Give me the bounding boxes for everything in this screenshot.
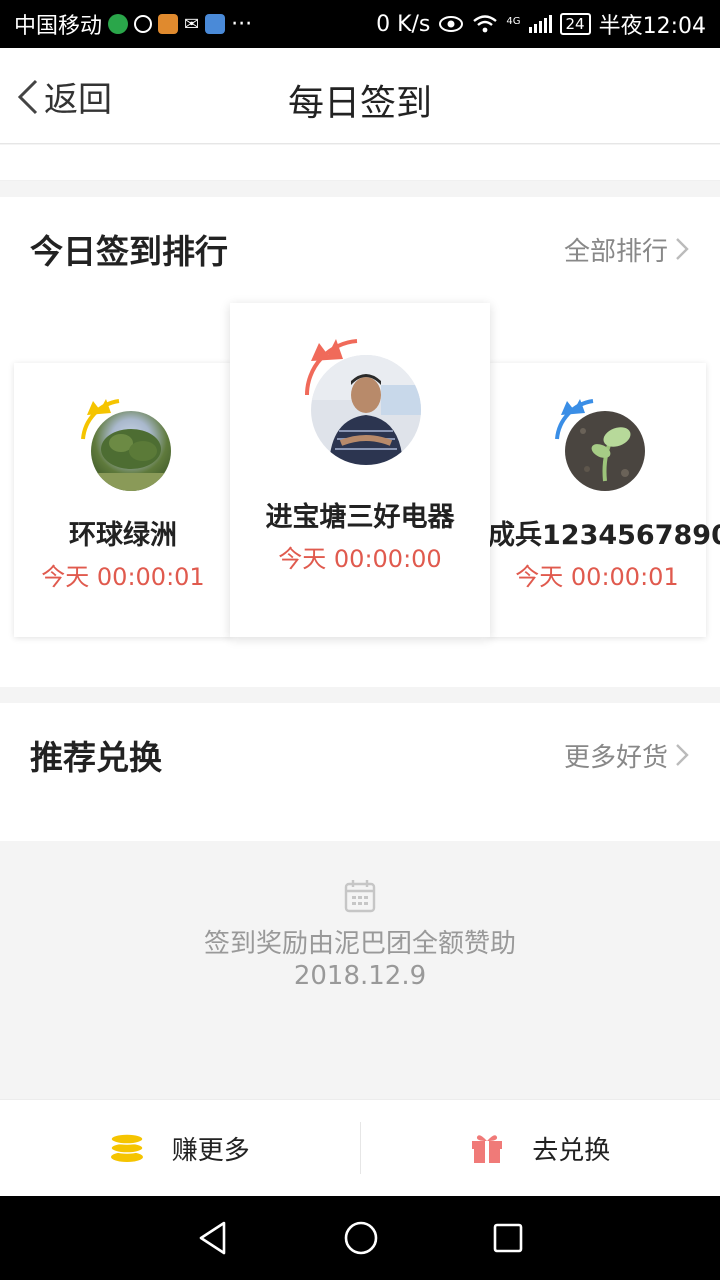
- status-bar: 中国移动 ✉ ··· 0 K/s 4G 24 半夜12:04: [0, 0, 720, 48]
- more-goods-label: 更多好货: [563, 742, 668, 773]
- sponsor-date: 2018.12.9: [293, 961, 427, 991]
- ranking-section: 今日签到排行 全部排行 环球绿洲 今天 00:00:01 进宝塘三好电器 今天 …: [0, 197, 720, 687]
- coins-icon: [109, 1133, 144, 1162]
- calendar-icon: [344, 880, 376, 913]
- avatar-frame: [297, 333, 423, 465]
- app-notification-icon: [108, 14, 129, 34]
- gift-icon: [472, 1135, 503, 1163]
- exchange-button[interactable]: 去兑换: [361, 1100, 720, 1196]
- chevron-right-icon: [676, 238, 689, 260]
- recommend-title: 推荐兑换: [30, 738, 162, 777]
- all-ranking-label: 全部排行: [563, 236, 668, 267]
- recommend-header: 推荐兑换 更多好货: [30, 731, 690, 779]
- avatar: [565, 411, 645, 491]
- rank-time: 今天 00:00:01: [515, 563, 679, 591]
- recommend-section: 推荐兑换 更多好货: [0, 703, 720, 841]
- video-app-icon: [158, 14, 179, 34]
- wifi-icon: [473, 15, 498, 33]
- header-strip: [0, 145, 720, 181]
- empty-state: 签到奖励由泥巴团全额赞助 2018.12.9: [0, 841, 720, 1099]
- more-goods-link[interactable]: 更多好货: [564, 737, 690, 774]
- avatar-frame: [73, 393, 173, 493]
- browser-app-icon: [205, 14, 226, 34]
- chevron-right-icon: [676, 744, 689, 766]
- sponsor-text: 签到奖励由泥巴团全额赞助: [203, 929, 516, 959]
- rank-time: 今天 00:00:01: [41, 563, 205, 591]
- net-speed: 0 K/s: [376, 11, 431, 37]
- all-ranking-link[interactable]: 全部排行: [564, 231, 690, 268]
- avatar-frame: [547, 393, 647, 493]
- battery-indicator: 24: [559, 13, 591, 35]
- eye-icon: [439, 16, 464, 32]
- rank-card-third[interactable]: 成兵1234567890 今天 00:00:01: [488, 363, 720, 637]
- rank-name: 成兵1234567890: [488, 520, 720, 551]
- nav-bar: 返回 每日签到: [0, 48, 720, 144]
- exchange-label: 去兑换: [532, 1135, 611, 1166]
- wechat-icon: ✉: [184, 14, 200, 35]
- bottom-action-bar: 赚更多 去兑换: [0, 1099, 720, 1196]
- rank-card-second[interactable]: 环球绿洲 今天 00:00:01: [14, 363, 232, 637]
- recents-square-icon[interactable]: [492, 1222, 524, 1254]
- sync-icon: [134, 15, 153, 33]
- more-notifications-icon: ···: [231, 11, 253, 37]
- carrier-label: 中国移动: [14, 14, 103, 39]
- back-triangle-icon[interactable]: [196, 1220, 230, 1256]
- avatar: [311, 355, 421, 465]
- rank-time: 今天 00:00:00: [278, 545, 442, 573]
- avatar: [91, 411, 171, 491]
- system-nav-bar: [0, 1196, 720, 1280]
- clock: 半夜12:04: [598, 14, 706, 39]
- earn-more-label: 赚更多: [171, 1135, 250, 1166]
- page-title: 每日签到: [287, 83, 432, 124]
- network-type: 4G: [506, 16, 521, 27]
- ranking-title: 今日签到排行: [30, 232, 228, 271]
- ranking-header: 今日签到排行 全部排行: [30, 225, 690, 273]
- signal-icon: [528, 15, 552, 33]
- rank-name: 进宝塘三好电器: [265, 502, 455, 533]
- rank-name: 环球绿洲: [69, 520, 177, 551]
- home-circle-icon[interactable]: [343, 1220, 379, 1256]
- earn-more-button[interactable]: 赚更多: [0, 1100, 360, 1196]
- rank-card-first[interactable]: 进宝塘三好电器 今天 00:00:00: [230, 303, 490, 637]
